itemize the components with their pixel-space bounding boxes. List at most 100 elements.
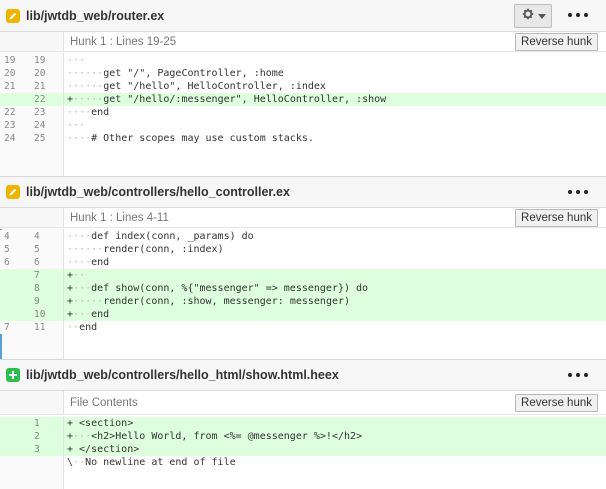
code-text: ····end — [67, 257, 110, 268]
hunk-header: Hunk 1 : Lines 4-11 Reverse hunk — [0, 208, 606, 228]
code-text: ··· — [67, 120, 86, 131]
file-path[interactable]: lib/jwtdb_web/router.ex — [26, 9, 164, 23]
line-gutter: 55 — [0, 243, 64, 256]
code-text: \··No newline at end of file — [67, 457, 236, 468]
settings-dropdown-button[interactable] — [514, 4, 552, 28]
file-path[interactable]: lib/jwtdb_web/controllers/hello_controll… — [26, 185, 290, 199]
old-line-number: 7 — [4, 322, 10, 333]
context-line[interactable]: \··No newline at end of file — [0, 456, 606, 469]
line-gutter: 1 — [0, 417, 64, 430]
code-text: ······get "/", PageController, :home — [67, 68, 284, 79]
new-line-number: 6 — [32, 256, 64, 269]
old-line-number: 20 — [4, 68, 16, 79]
old-line-number: 23 — [4, 120, 16, 131]
line-gutter: 9 — [0, 295, 64, 308]
new-line-number: 7 — [32, 269, 64, 282]
code-text: ··end — [67, 322, 98, 333]
new-line-number — [32, 456, 64, 469]
context-line[interactable]: 6 6 ····end — [0, 256, 606, 269]
added-line[interactable]: 7 +·· — [0, 269, 606, 282]
line-gutter: 20 20 — [0, 67, 64, 80]
code-text: ······render(conn, :index) — [67, 244, 224, 255]
hunk-label: Hunk 1 : Lines 4-11 — [70, 211, 169, 224]
context-line[interactable]: 4 4 ····def index(conn, _params) do — [0, 230, 606, 243]
more-horizontal-icon[interactable] — [568, 367, 588, 383]
code-text: + </section> — [67, 444, 140, 455]
context-line[interactable]: 20 20 ······get "/", PageController, :home — [0, 67, 606, 80]
pencil-icon — [6, 185, 20, 199]
hunk-gutter — [0, 32, 64, 51]
code-text: +·· — [67, 270, 86, 281]
code-text: ····def index(conn, _params) do — [67, 231, 254, 242]
hunk-label: File Contents — [70, 396, 138, 409]
file-section-router: lib/jwtdb_web/router.ex Hunk 1 : Lines 1… — [0, 0, 606, 176]
context-line[interactable]: 21 21 ······get "/hello", HelloController,… — [0, 80, 606, 93]
context-line[interactable]: 24 25 ····# Other scopes may use custom st… — [0, 132, 606, 145]
added-line[interactable]: 8 +···def show(conn, %{"messenger" => mes… — [0, 282, 606, 295]
plus-icon — [6, 368, 20, 382]
context-line[interactable]: 23 24 ··· — [0, 119, 606, 132]
added-line[interactable]: 9 +·····render(conn, :show, messenger: me… — [0, 295, 606, 308]
chevron-down-icon — [537, 7, 546, 25]
code-text: +·····get "/hello/:messenger", HelloCont… — [67, 94, 387, 105]
line-gutter: 44 — [0, 230, 64, 243]
context-line[interactable]: 5 5 ······render(conn, :index) — [0, 243, 606, 256]
context-line[interactable]: 22 23 ····end — [0, 106, 606, 119]
context-line[interactable]: 7 11 ··end — [0, 321, 606, 334]
reverse-hunk-button[interactable]: Reverse hunk — [515, 209, 598, 227]
added-line[interactable]: 2 +···<h2>Hello World, from <%= @messenge… — [0, 430, 606, 443]
line-gutter: 3 — [0, 443, 64, 456]
new-line-number: 8 — [32, 282, 64, 295]
file-header: lib/jwtdb_web/router.ex — [0, 0, 606, 32]
reverse-hunk-button[interactable]: Reverse hunk — [515, 33, 598, 51]
diff-lines: 4 4 ····def index(conn, _params) do 5 5 ·····… — [0, 228, 606, 334]
file-section-hello-controller: lib/jwtdb_web/controllers/hello_controll… — [0, 176, 606, 359]
hunk-gutter — [0, 208, 64, 227]
code-text: ··· — [67, 55, 86, 66]
code-text: ····end — [67, 107, 110, 118]
added-line[interactable]: 1 + <section> — [0, 417, 606, 430]
added-line[interactable]: 3 + </section> — [0, 443, 606, 456]
new-line-number: 24 — [32, 119, 64, 132]
more-horizontal-icon[interactable] — [568, 7, 588, 23]
code-text: +···<h2>Hello World, from <%= @messenger… — [67, 431, 363, 442]
line-gutter: 10 — [0, 308, 64, 321]
file-header: lib/jwtdb_web/controllers/hello_html/sho… — [0, 359, 606, 391]
gear-icon — [521, 7, 535, 26]
diff-lines: 19 19 ··· 20 20 ······get "/", PageController… — [0, 52, 606, 145]
line-gutter: 21 21 — [0, 80, 64, 93]
more-horizontal-icon[interactable] — [568, 184, 588, 200]
old-line-number: 6 — [4, 257, 10, 268]
added-line[interactable]: 10 +···end — [0, 308, 606, 321]
line-gutter: 66 — [0, 256, 64, 269]
old-line-number: 22 — [4, 107, 16, 118]
hunk-label: Hunk 1 : Lines 19-25 — [70, 35, 177, 48]
line-gutter: 24 25 — [0, 132, 64, 145]
new-line-number: 22 — [32, 93, 64, 106]
line-gutter: 2 — [0, 430, 64, 443]
pencil-icon — [6, 8, 20, 23]
new-line-number: 25 — [32, 132, 64, 145]
new-line-number: 21 — [32, 80, 64, 93]
old-line-number: 19 — [4, 55, 16, 66]
reverse-hunk-button[interactable]: Reverse hunk — [515, 394, 598, 412]
code-text: +·····render(conn, :show, messenger: mes… — [67, 296, 351, 307]
new-line-number: 2 — [32, 430, 64, 443]
hunk-header: Hunk 1 : Lines 19-25 Reverse hunk — [0, 32, 606, 52]
context-line[interactable]: 19 19 ··· — [0, 54, 606, 67]
code-text: +···end — [67, 309, 110, 320]
new-line-number: 9 — [32, 295, 64, 308]
new-line-number: 20 — [32, 67, 64, 80]
code-text: ······get "/hello", HelloController, :in… — [67, 81, 326, 92]
file-section-show-html: lib/jwtdb_web/controllers/hello_html/sho… — [0, 359, 606, 489]
hunk-gutter — [0, 391, 64, 414]
line-gutter: 19 19 — [0, 54, 64, 67]
code-text: +···def show(conn, %{"messenger" => mess… — [67, 283, 369, 294]
file-path[interactable]: lib/jwtdb_web/controllers/hello_html/sho… — [26, 368, 339, 382]
line-gutter: 7 — [0, 269, 64, 282]
line-gutter: 22 23 — [0, 106, 64, 119]
code-text: ····# Other scopes may use custom stacks… — [67, 133, 314, 144]
new-line-number: 1 — [32, 417, 64, 430]
added-line[interactable]: 22 +·····get "/hello/:messenger", HelloCo… — [0, 93, 606, 106]
line-gutter: 22 — [0, 93, 64, 106]
